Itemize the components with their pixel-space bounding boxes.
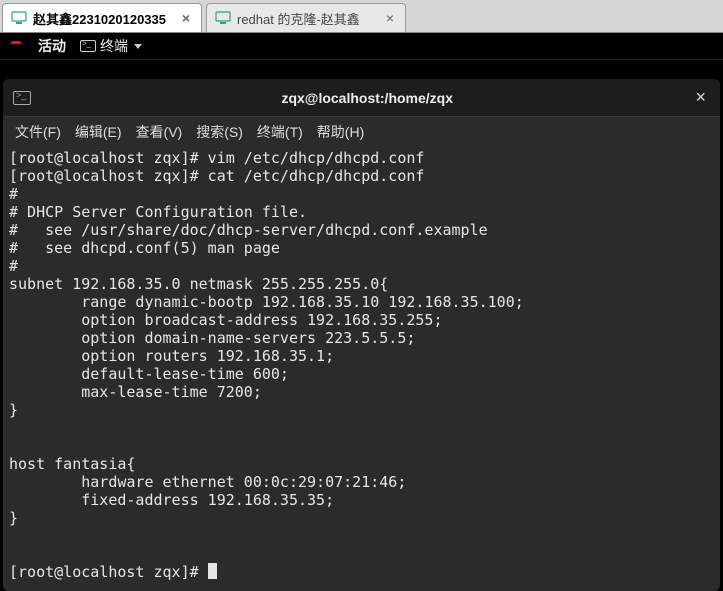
activities-button[interactable]: 活动 — [38, 36, 66, 56]
vm-tab-monitor-icon — [11, 10, 27, 26]
vm-tab-inactive-close-icon[interactable]: × — [383, 11, 397, 25]
vm-tab-inactive[interactable]: redhat 的克隆-赵其鑫 × — [206, 3, 406, 32]
terminal-title-icon — [13, 91, 31, 105]
terminal-launcher[interactable]: 终端 — [80, 36, 142, 56]
terminal-launcher-label: 终端 — [100, 36, 128, 56]
window-close-icon[interactable]: × — [691, 87, 710, 108]
terminal-window: zqx@localhost:/home/zqx × 文件(F) 编辑(E) 查看… — [3, 79, 720, 591]
menu-edit[interactable]: 编辑(E) — [75, 122, 122, 142]
menu-view[interactable]: 查看(V) — [136, 122, 183, 142]
gnome-top-bar: 活动 终端 — [0, 33, 723, 60]
menu-help[interactable]: 帮助(H) — [317, 122, 364, 142]
terminal-cursor — [208, 563, 217, 579]
menu-terminal[interactable]: 终端(T) — [257, 122, 303, 142]
vm-tab-active-label: 赵其鑫2231020120335 — [33, 9, 173, 28]
vm-tab-monitor-icon — [215, 10, 231, 26]
menu-file[interactable]: 文件(F) — [15, 122, 61, 142]
distro-logo-icon[interactable] — [8, 38, 24, 54]
terminal-body[interactable]: [root@localhost zqx]# vim /etc/dhcp/dhcp… — [3, 147, 720, 591]
terminal-icon — [80, 40, 96, 52]
terminal-menubar: 文件(F) 编辑(E) 查看(V) 搜索(S) 终端(T) 帮助(H) — [3, 117, 720, 147]
vm-tab-inactive-label: redhat 的克隆-赵其鑫 — [237, 9, 377, 28]
vm-tab-active-close-icon[interactable]: × — [179, 11, 193, 25]
vm-tabs: 赵其鑫2231020120335 × redhat 的克隆-赵其鑫 × — [0, 0, 723, 33]
terminal-titlebar[interactable]: zqx@localhost:/home/zqx × — [3, 79, 720, 117]
menu-search[interactable]: 搜索(S) — [196, 122, 243, 142]
chevron-down-icon — [134, 44, 142, 49]
vm-tab-active[interactable]: 赵其鑫2231020120335 × — [2, 3, 202, 32]
terminal-title: zqx@localhost:/home/zqx — [43, 90, 691, 106]
